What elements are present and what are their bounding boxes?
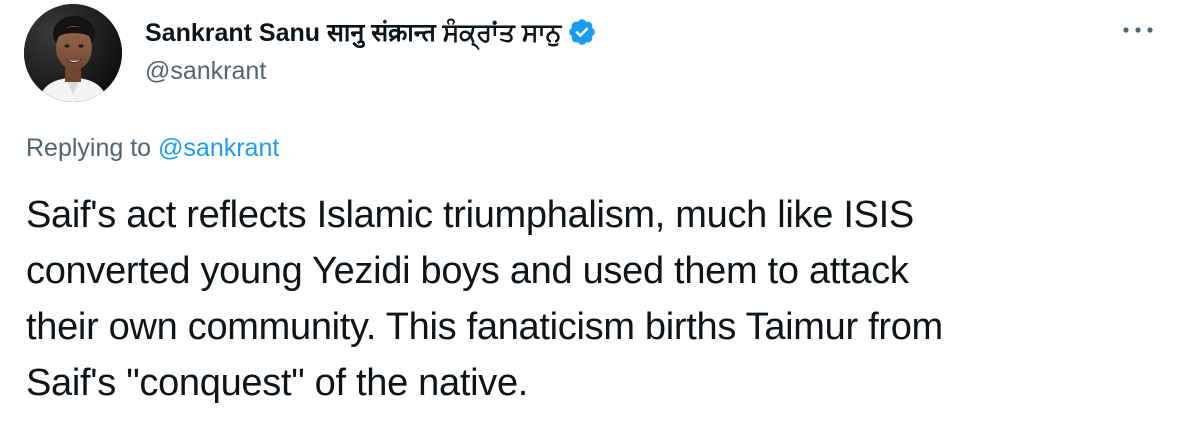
tweet-text: Saif's act reflects Islamic triumphalism… [26, 187, 1156, 411]
replying-to-label: Replying to [26, 134, 159, 162]
name-row: Sankrant Sanu सानु संक्रान्त ਸੰਕ੍ਰਾਂਤ ਸਾ… [145, 14, 597, 50]
author-display-name[interactable]: Sankrant Sanu सानु संक्रान्त ਸੰਕ੍ਰਾਂਤ ਸਾ… [145, 15, 561, 49]
replying-to: Replying to @sankrant [26, 134, 279, 163]
tweet-text-line: Saif's "conquest" of the native. [26, 362, 529, 404]
author-handle[interactable]: @sankrant [145, 54, 597, 88]
avatar-photo [24, 4, 122, 102]
tweet-text-line: their own community. This fanaticism bir… [26, 306, 943, 348]
tweet-card: Sankrant Sanu सानु संक्रान्त ਸੰਕ੍ਰਾਂਤ ਸਾ… [0, 0, 1186, 442]
reply-mention-link[interactable]: @sankrant [158, 134, 279, 162]
more-options-icon[interactable] [1120, 18, 1156, 42]
tweet-text-line: Saif's act reflects Islamic triumphalism… [26, 194, 914, 236]
tweet-text-line: converted young Yezidi boys and used the… [26, 250, 909, 292]
tweet-header: Sankrant Sanu सानु संक्रान्त ਸੰਕ੍ਰਾਂਤ ਸਾ… [145, 14, 597, 88]
avatar[interactable] [24, 4, 122, 102]
verified-badge-icon [567, 17, 597, 47]
